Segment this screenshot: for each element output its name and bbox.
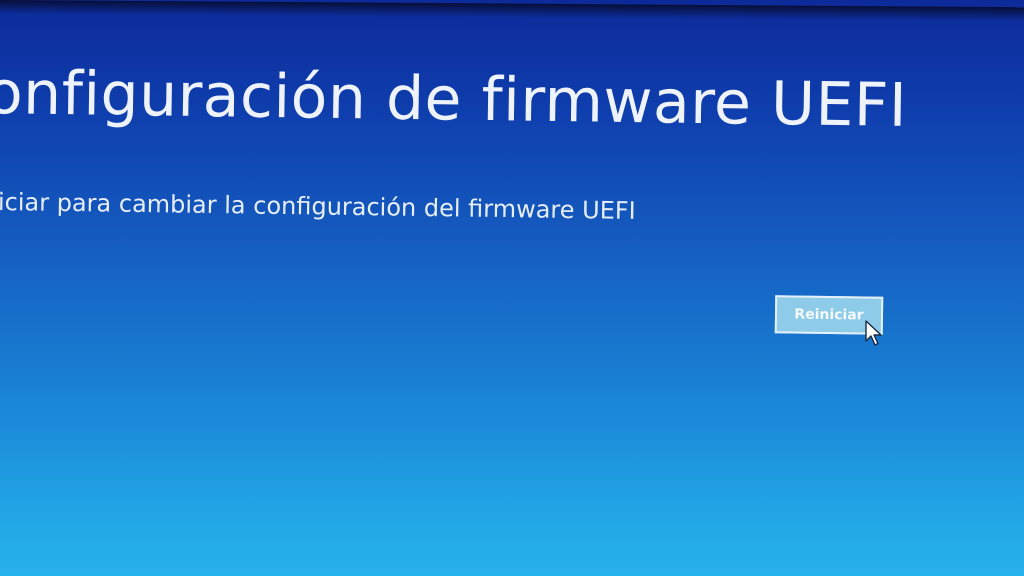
mouse-pointer-icon <box>865 320 882 346</box>
page-description: iciar para cambiar la configuración del … <box>0 188 636 225</box>
page-title: onfiguración de firmware UEFI <box>0 58 908 141</box>
screen-edge-shadow <box>0 0 1024 22</box>
